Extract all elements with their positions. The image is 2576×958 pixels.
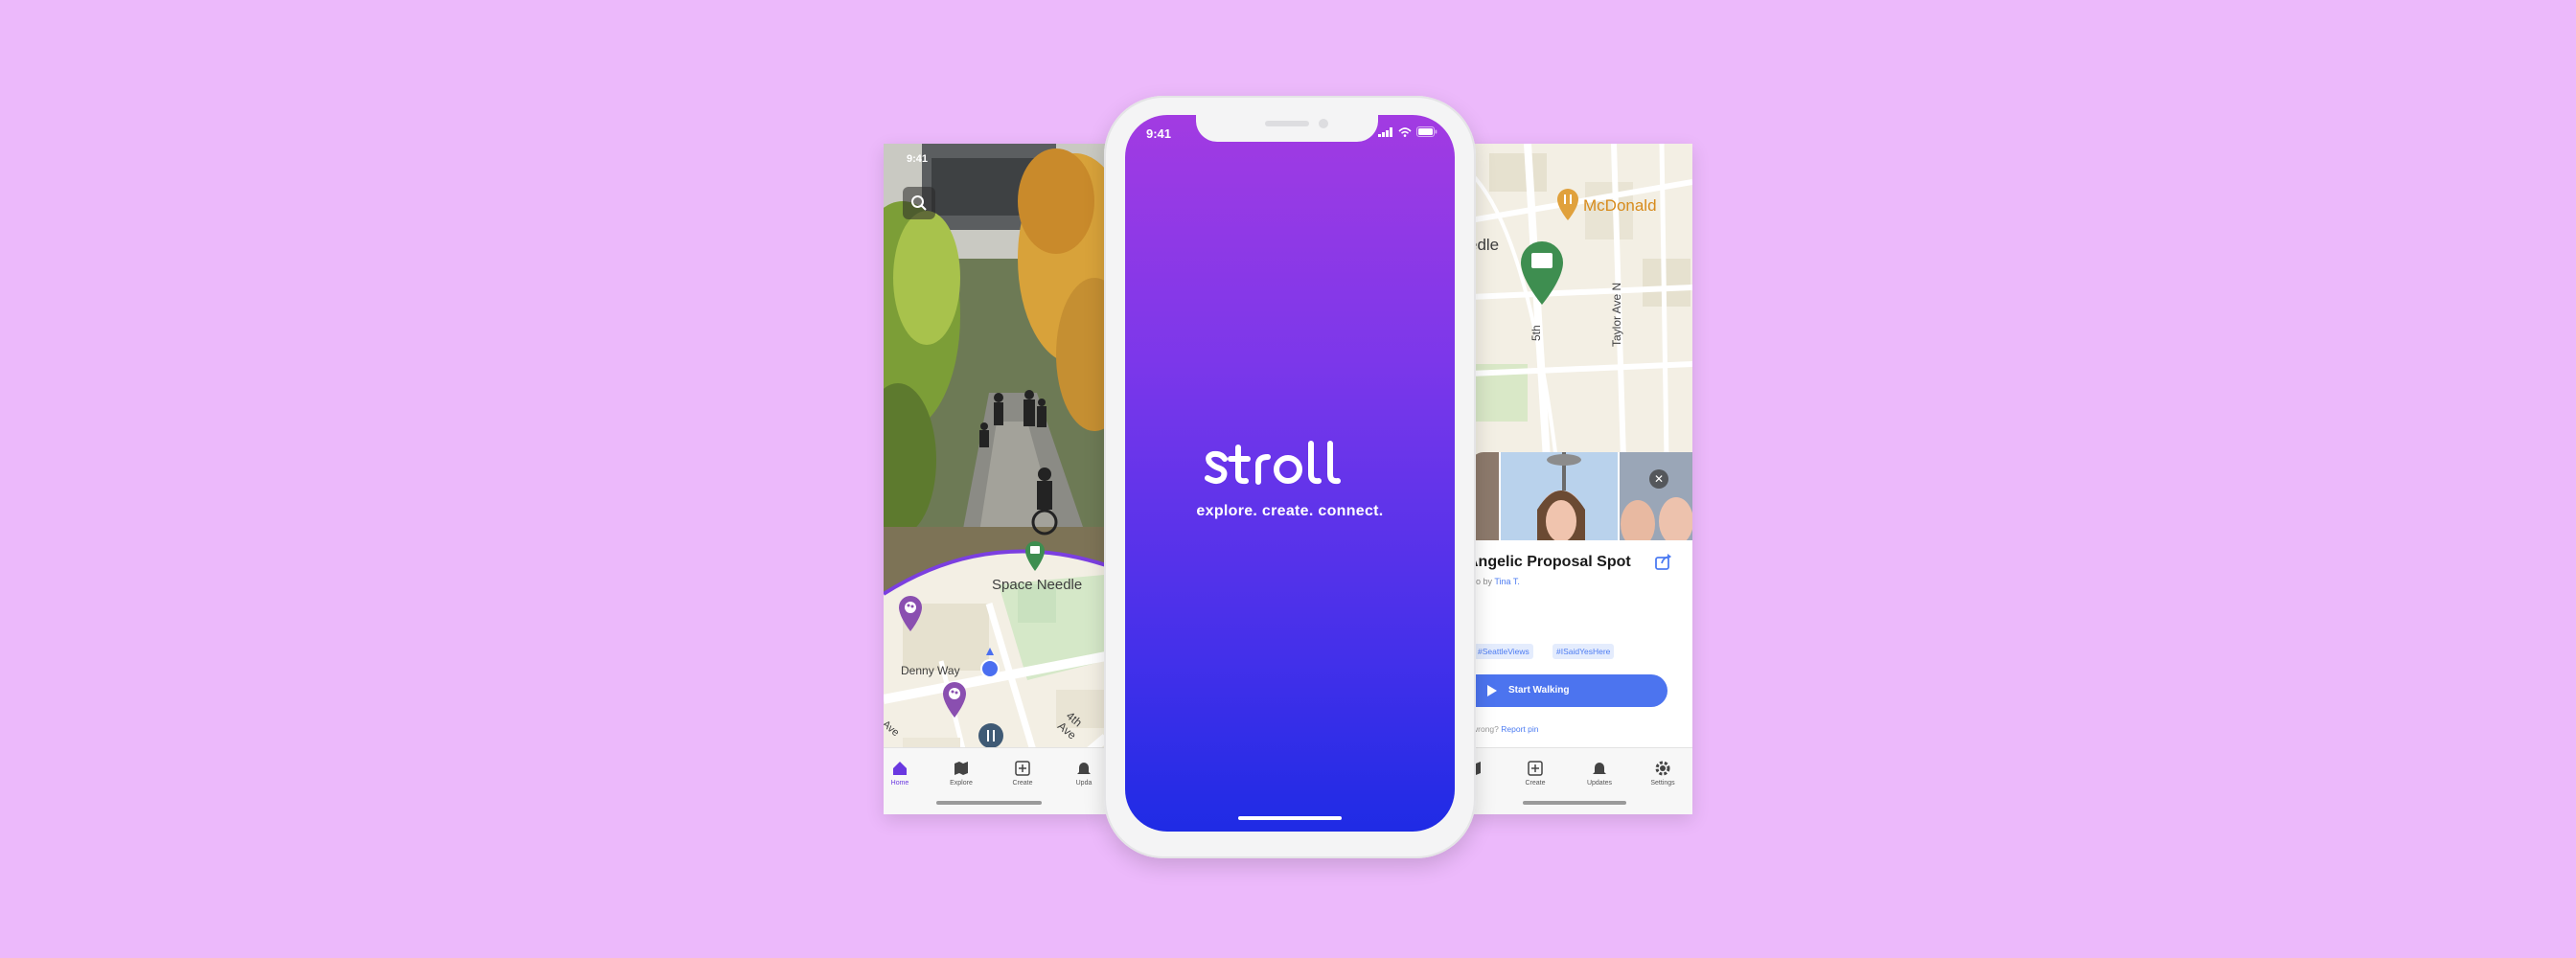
spot-detail-sheet: ✕ Angelic Proposal Spot ago by Tina T. #… (1470, 452, 1692, 749)
spot-meta: ago by Tina T. (1470, 577, 1520, 586)
home-indicator (1523, 801, 1626, 805)
phone-notch (1196, 113, 1378, 142)
status-icons (1378, 126, 1438, 137)
tab-updates[interactable]: Updates (1573, 760, 1626, 787)
report-line: wrong? Report pin (1472, 724, 1538, 734)
close-button[interactable]: ✕ (1649, 469, 1668, 489)
tab-label: Settings (1650, 780, 1675, 787)
tab-home[interactable]: Home (884, 760, 927, 787)
bell-icon (1593, 763, 1606, 774)
start-walking-button[interactable]: Start Walking (1470, 674, 1668, 707)
map-street-label: Denny Way (901, 664, 960, 677)
plus-square-icon (1528, 761, 1543, 776)
hashtag[interactable]: #ISaidYesHere (1552, 644, 1615, 659)
map-street-label: Taylor Ave N (1610, 282, 1623, 347)
phone-frame: 9:41 explore. create. connect. (1104, 96, 1476, 858)
spot-photo-carousel[interactable] (1470, 452, 1692, 548)
report-pin-link[interactable]: Report pin (1501, 724, 1538, 734)
search-button[interactable] (903, 187, 935, 219)
tab-bar: Home Explore Create Upda (884, 747, 1106, 814)
tagline: explore. create. connect. (1196, 503, 1384, 519)
map-pin-green[interactable] (1518, 240, 1566, 307)
map-place-label: McDonald (1583, 196, 1657, 215)
tab-explore[interactable]: Explore (934, 760, 988, 787)
front-camera (1319, 119, 1328, 128)
home-icon (893, 762, 907, 775)
current-location-icon (980, 648, 1000, 678)
play-icon (1487, 685, 1497, 696)
gear-icon (1655, 761, 1670, 776)
tab-settings[interactable]: Settings (1636, 760, 1690, 787)
tab-label: Explore (950, 780, 973, 787)
signal-icon (1378, 126, 1392, 137)
stroll-logo (1205, 441, 1341, 485)
bell-icon (1077, 763, 1091, 774)
map-pin-restaurant[interactable] (1555, 187, 1580, 221)
battery-icon (1416, 126, 1438, 137)
tab-label: Updates (1586, 780, 1613, 787)
map-icon (954, 762, 968, 775)
right-app-screen: McDonald edle 5th Taylor Ave N ✕ Angelic… (1470, 144, 1692, 814)
splash-screen: 9:41 explore. create. connect. (1125, 115, 1455, 832)
map-pin-purple[interactable] (897, 594, 924, 632)
tab-label: Create (1012, 780, 1033, 787)
author-link[interactable]: Tina T. (1494, 577, 1520, 586)
status-time: 9:41 (907, 153, 929, 165)
search-icon (911, 195, 927, 211)
share-icon[interactable] (1654, 552, 1673, 571)
spot-title: Angelic Proposal Spot (1470, 554, 1631, 570)
home-indicator (936, 801, 1042, 805)
wifi-icon (1398, 126, 1412, 137)
report-prefix: wrong? (1472, 724, 1502, 734)
tab-create[interactable]: Create (1508, 760, 1562, 787)
map-street-label: 5th (1530, 325, 1543, 341)
plus-square-icon (1015, 761, 1030, 776)
left-app-screen: 9:41 Space Needle Denny Way 4th Ave Ave … (884, 144, 1106, 814)
map-pin-green[interactable] (1024, 539, 1046, 572)
tab-label: Home (890, 780, 909, 787)
map-pin-purple[interactable] (941, 680, 968, 718)
speaker-grille (1265, 121, 1309, 126)
hashtag[interactable]: #SeattleViews (1474, 644, 1533, 659)
tab-updates[interactable]: Upda (1057, 760, 1106, 787)
tab-bar: e Create Updates Settings (1470, 747, 1692, 814)
tab-label: Create (1525, 780, 1546, 787)
home-indicator (1238, 816, 1342, 820)
tab-create[interactable]: Create (996, 760, 1049, 787)
tab-label: Upda (1075, 780, 1092, 787)
map-view[interactable] (1470, 144, 1692, 461)
map-landmark-label: Space Needle (992, 577, 1083, 593)
status-time: 9:41 (1146, 126, 1172, 141)
start-walking-label: Start Walking (1508, 685, 1570, 696)
